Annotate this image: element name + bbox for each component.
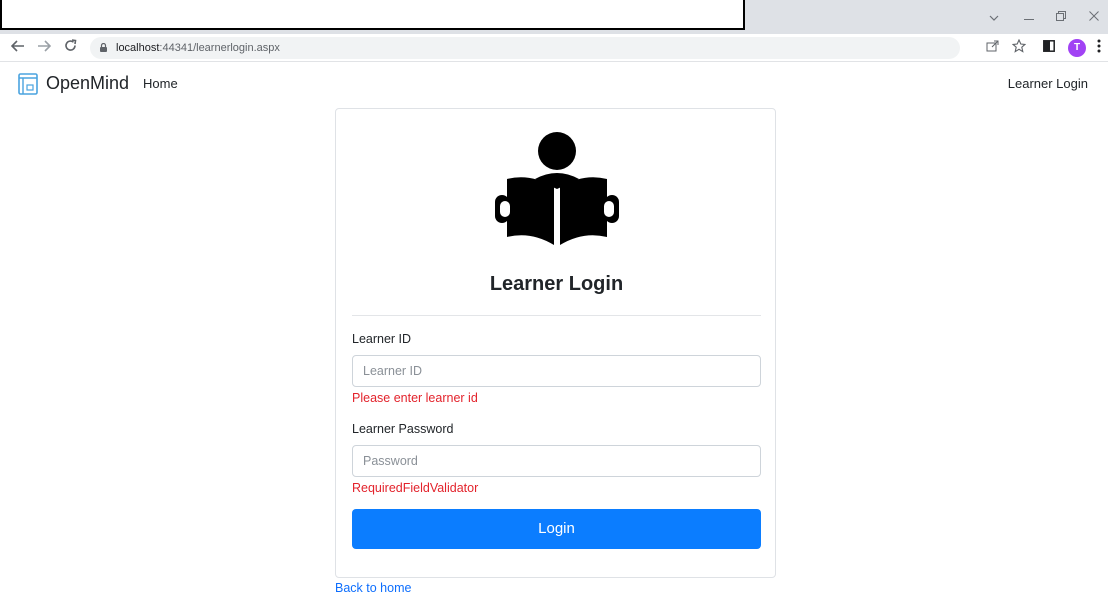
divider [352,315,761,316]
login-card: Learner Login Learner ID Please enter le… [335,108,776,578]
learner-id-input[interactable] [352,355,761,387]
side-panel-icon[interactable] [1040,39,1058,57]
lock-icon [100,43,107,52]
login-button[interactable]: Login [352,509,761,549]
reload-icon[interactable] [60,38,80,58]
reader-book-icon [495,132,619,245]
back-to-home-link[interactable]: Back to home [335,580,411,596]
login-title: Learner Login [489,273,624,295]
restore-icon[interactable] [1051,8,1071,26]
browser-tab-strip [0,0,1108,34]
app-navbar: OpenMind Home Learner Login [0,62,1108,104]
back-arrow-icon[interactable] [8,38,28,58]
nav-learner-login-link[interactable]: Learner Login [1008,75,1088,93]
minimize-icon[interactable] [1019,8,1039,26]
address-bar[interactable]: localhost:44341/learnerlogin.aspx [90,37,960,59]
brand-name[interactable]: OpenMind [46,72,129,94]
share-icon[interactable] [983,39,1001,57]
learner-id-error: Please enter learner id [352,391,478,405]
password-label: Learner Password [352,422,454,436]
book-logo-icon [18,73,38,95]
close-window-icon[interactable] [1084,8,1104,26]
tab-search-icon[interactable] [984,8,1004,26]
menu-dots-icon[interactable] [1094,39,1104,57]
learner-id-label: Learner ID [352,332,412,346]
url-text: localhost:44341/learnerlogin.aspx [116,42,280,54]
forward-arrow-icon[interactable] [34,38,54,58]
browser-toolbar: localhost:44341/learnerlogin.aspx T [0,34,1108,62]
bookmark-star-icon[interactable] [1010,38,1028,57]
nav-home-link[interactable]: Home [143,75,178,93]
profile-avatar[interactable]: T [1068,39,1086,57]
password-input[interactable] [352,445,761,477]
browser-tab-active[interactable] [0,0,745,30]
password-error: RequiredFieldValidator [352,481,479,495]
